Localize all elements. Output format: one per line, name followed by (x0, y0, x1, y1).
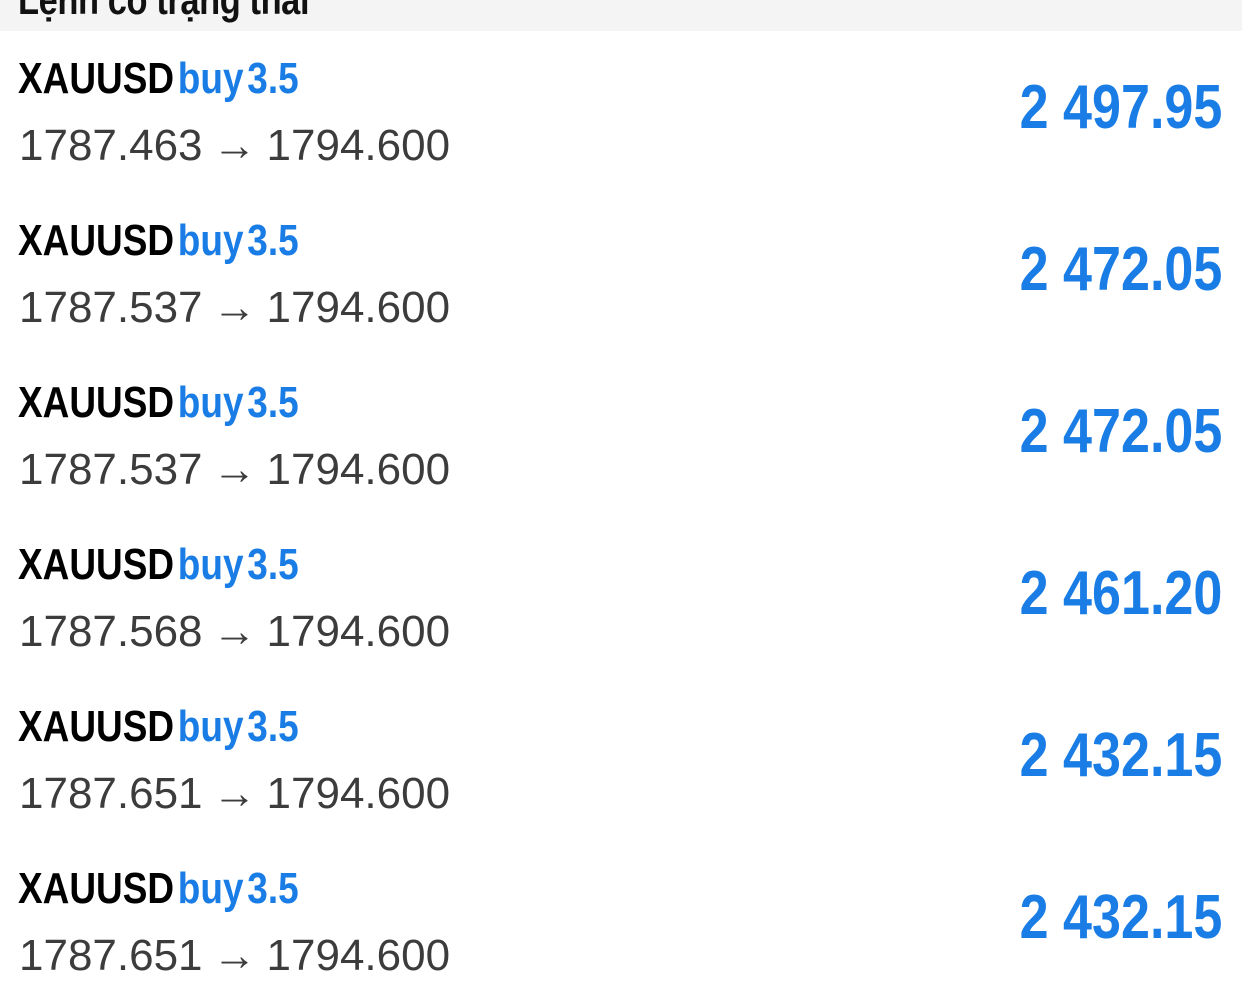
current-price: 1794.600 (266, 445, 451, 494)
position-summary: XAUUSD buy 3.5 (18, 377, 299, 429)
section-title: Lệnh có trạng thái (18, 0, 310, 24)
volume-label: 3.5 (247, 216, 299, 265)
symbol-label: XAUUSD (18, 216, 175, 265)
symbol-label: XAUUSD (18, 378, 175, 427)
arrow-icon: → (212, 931, 257, 980)
trade-type-label: buy (177, 54, 244, 103)
position-summary: XAUUSD buy 3.5 (18, 53, 299, 105)
current-price: 1794.600 (266, 121, 451, 170)
trade-type-label: buy (177, 216, 244, 265)
volume-label: 3.5 (247, 864, 299, 913)
volume-label: 3.5 (247, 702, 299, 751)
position-row[interactable]: XAUUSD buy 3.5 1787.651 → 1794.600 2 432.1… (0, 679, 1242, 841)
price-range: 1787.651 → 1794.600 (19, 769, 450, 819)
position-row[interactable]: XAUUSD buy 3.5 1787.463 → 1794.600 2 497.9… (0, 31, 1242, 193)
price-range: 1787.651 → 1794.600 (19, 931, 450, 981)
volume-label: 3.5 (247, 54, 299, 103)
trade-type-label: buy (177, 540, 244, 589)
open-price: 1787.651 (19, 931, 203, 980)
profit-value: 2 497.95 (1019, 73, 1222, 142)
price-range: 1787.568 → 1794.600 (19, 607, 450, 657)
position-row[interactable]: XAUUSD buy 3.5 1787.651 → 1794.600 2 432.1… (0, 841, 1242, 1003)
arrow-icon: → (212, 445, 257, 494)
profit-value: 2 472.05 (1019, 397, 1222, 466)
positions-list: XAUUSD buy 3.5 1787.463 → 1794.600 2 497.9… (0, 31, 1242, 1003)
current-price: 1794.600 (266, 283, 451, 332)
position-summary: XAUUSD buy 3.5 (18, 701, 299, 753)
volume-label: 3.5 (247, 378, 299, 427)
current-price: 1794.600 (266, 769, 451, 818)
arrow-icon: → (212, 121, 257, 170)
current-price: 1794.600 (266, 607, 451, 656)
symbol-label: XAUUSD (18, 540, 175, 589)
profit-value: 2 461.20 (1019, 559, 1222, 628)
volume-label: 3.5 (247, 540, 299, 589)
arrow-icon: → (212, 283, 257, 332)
position-summary: XAUUSD buy 3.5 (18, 215, 299, 267)
arrow-icon: → (212, 769, 257, 818)
position-row[interactable]: XAUUSD buy 3.5 1787.537 → 1794.600 2 472.0… (0, 193, 1242, 355)
open-price: 1787.463 (19, 121, 203, 170)
open-price: 1787.568 (19, 607, 203, 656)
trade-type-label: buy (177, 864, 244, 913)
arrow-icon: → (212, 607, 257, 656)
position-row[interactable]: XAUUSD buy 3.5 1787.537 → 1794.600 2 472.0… (0, 355, 1242, 517)
current-price: 1794.600 (266, 931, 451, 980)
position-summary: XAUUSD buy 3.5 (18, 863, 299, 915)
position-row[interactable]: XAUUSD buy 3.5 1787.568 → 1794.600 2 461.2… (0, 517, 1242, 679)
section-header: Lệnh có trạng thái (0, 0, 1242, 31)
price-range: 1787.537 → 1794.600 (19, 283, 450, 333)
trade-type-label: buy (177, 702, 244, 751)
position-summary: XAUUSD buy 3.5 (18, 539, 299, 591)
profit-value: 2 432.15 (1019, 721, 1222, 790)
open-price: 1787.651 (19, 769, 203, 818)
profit-value: 2 432.15 (1019, 883, 1222, 952)
price-range: 1787.463 → 1794.600 (19, 121, 450, 171)
symbol-label: XAUUSD (18, 54, 175, 103)
price-range: 1787.537 → 1794.600 (19, 445, 450, 495)
symbol-label: XAUUSD (18, 864, 175, 913)
trade-type-label: buy (177, 378, 244, 427)
open-price: 1787.537 (19, 445, 203, 494)
profit-value: 2 472.05 (1019, 235, 1222, 304)
symbol-label: XAUUSD (18, 702, 175, 751)
open-price: 1787.537 (19, 283, 203, 332)
